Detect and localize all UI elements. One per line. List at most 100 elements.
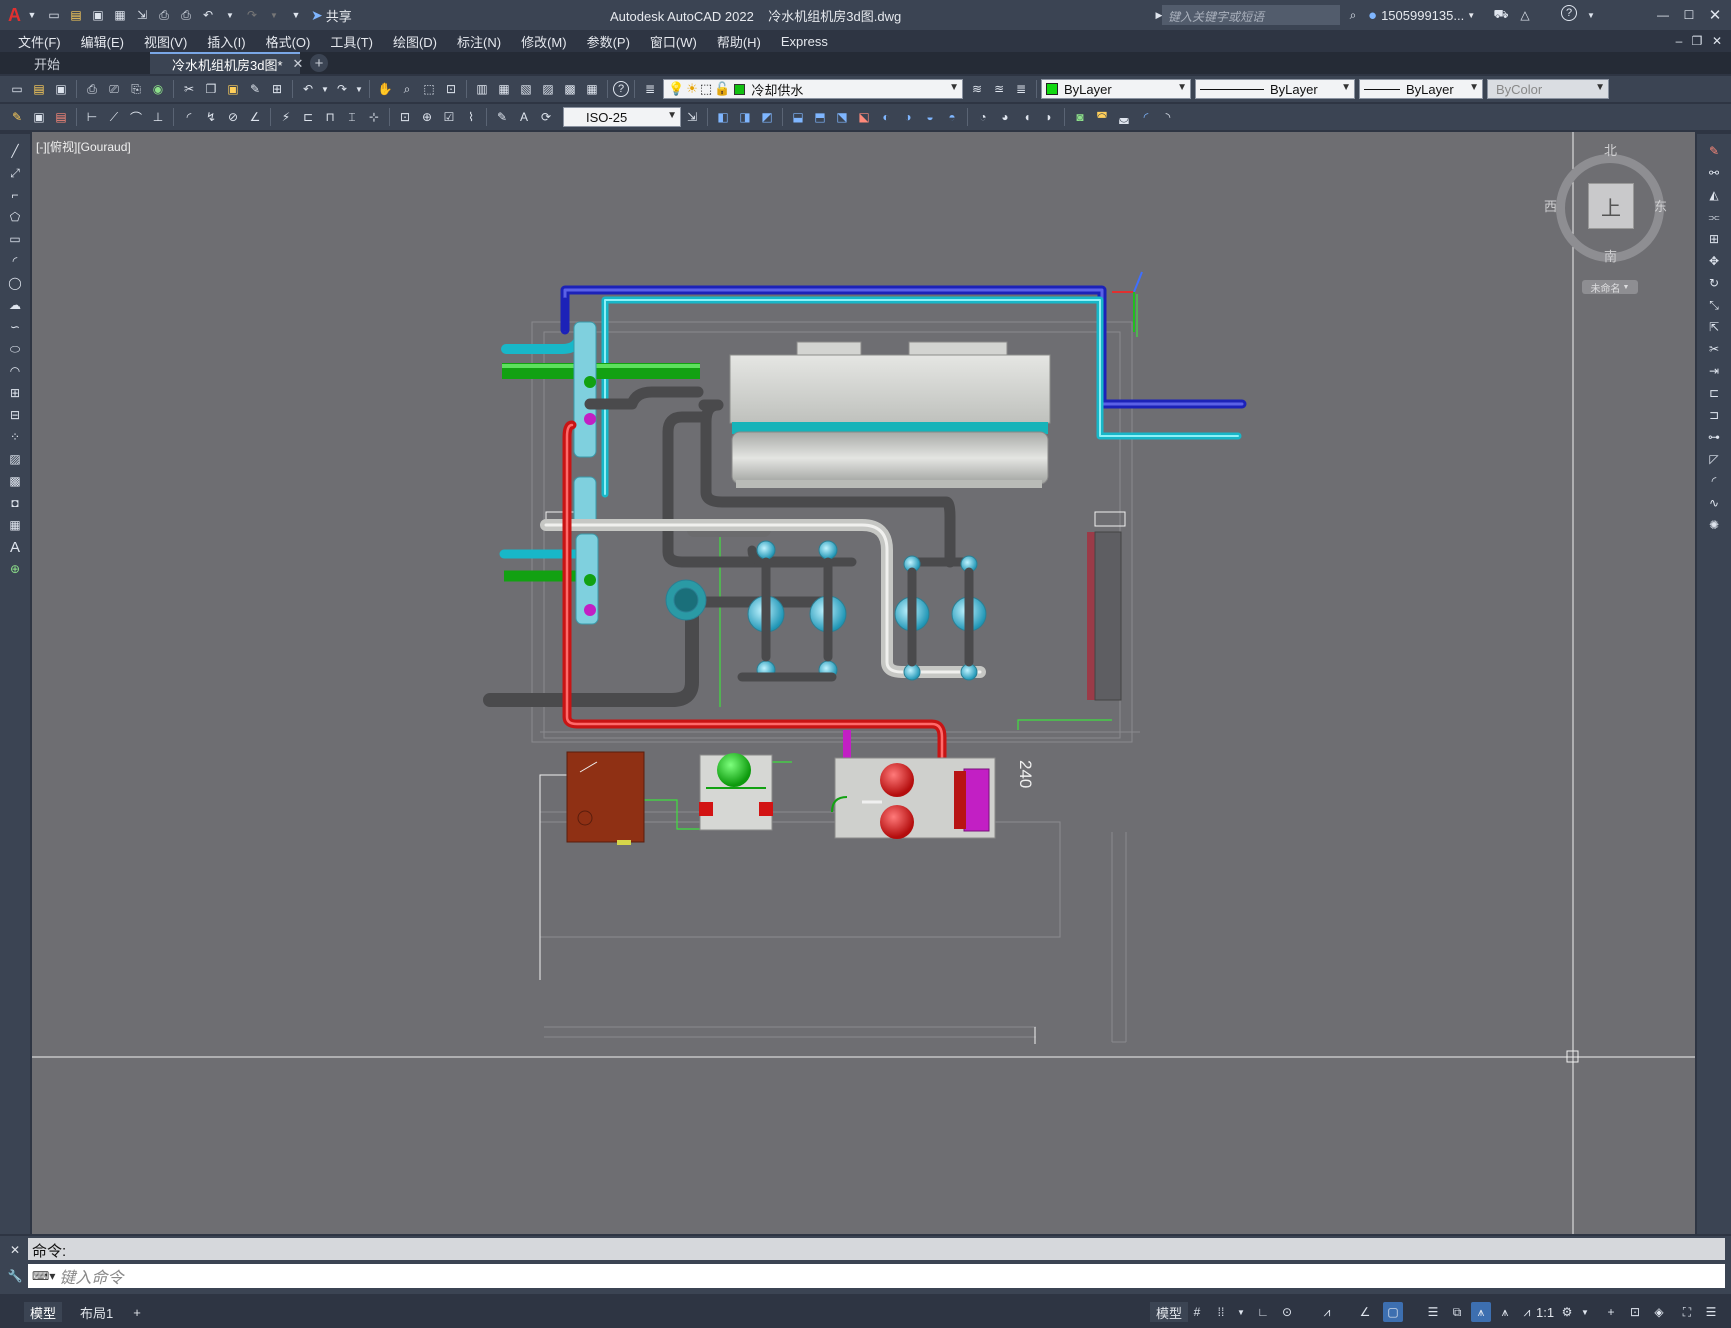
stack-icon[interactable]: ▤ xyxy=(51,107,71,127)
user-account[interactable]: ● 1505999135... ▼ xyxy=(1368,7,1475,24)
point-icon[interactable]: ⁘ xyxy=(4,427,26,447)
match-properties-icon[interactable]: ✎ xyxy=(245,79,265,99)
add-layout-button[interactable]: + xyxy=(127,1302,147,1322)
help-icon[interactable]: ? xyxy=(613,81,629,97)
menu-edit[interactable]: 编辑(E) xyxy=(71,32,134,51)
break-icon[interactable]: ⊐ xyxy=(1703,405,1725,425)
menu-window[interactable]: 窗口(W) xyxy=(640,32,707,51)
plot-preview-icon[interactable]: ⎚ xyxy=(104,79,124,99)
separate-icon[interactable]: ◖ xyxy=(1017,107,1037,127)
undo-icon[interactable]: ↶ xyxy=(298,79,318,99)
annotation-scale-value[interactable]: 1:1 xyxy=(1530,1302,1560,1322)
layer-freeze-icon[interactable]: ☀ xyxy=(686,81,698,97)
doc-restore-icon[interactable]: ❐ xyxy=(1687,31,1707,51)
customization-icon[interactable]: ☰ xyxy=(1701,1302,1721,1322)
dimstyle-dropdown[interactable]: ISO-25 ▼ xyxy=(563,107,681,127)
plotstyle-dropdown[interactable]: ByColor ▼ xyxy=(1487,79,1609,99)
annotation-visibility-icon[interactable]: ⩚ xyxy=(1471,1302,1491,1322)
doc-minimize-icon[interactable]: – xyxy=(1669,31,1689,51)
circle-icon[interactable]: ◯ xyxy=(4,273,26,293)
edit-drawing-icon[interactable]: ✎ xyxy=(7,107,27,127)
blend-curves-icon[interactable]: ∿ xyxy=(1703,493,1725,513)
tab-layout1[interactable]: 布局1 xyxy=(74,1302,119,1322)
menu-dimension[interactable]: 标注(N) xyxy=(447,32,511,51)
section-icon[interactable]: ◚ xyxy=(1092,107,1112,127)
zoom-window-icon[interactable]: ⬚ xyxy=(419,79,439,99)
pan-icon[interactable]: ✋ xyxy=(375,79,395,99)
jogged-linear-icon[interactable]: ⌇ xyxy=(461,107,481,127)
make-current-icon[interactable]: ≋ xyxy=(967,79,987,99)
chamfer-icon[interactable]: ◸ xyxy=(1703,449,1725,469)
tolerance-icon[interactable]: ⊡ xyxy=(395,107,415,127)
rectangle-icon[interactable]: ▭ xyxy=(4,229,26,249)
insert-block-icon[interactable]: ⊞ xyxy=(4,383,26,403)
workspace-chevron-icon[interactable]: ▼ xyxy=(1575,1302,1595,1322)
extend-icon[interactable]: ⇥ xyxy=(1703,361,1725,381)
osnap-track-icon[interactable]: ∠ xyxy=(1355,1302,1375,1322)
viewcube-west[interactable]: 西 xyxy=(1544,196,1557,215)
layer-dropdown[interactable]: 💡 ☀ ⬚ 🔓 冷却供水 ▼ xyxy=(663,79,963,99)
publish-icon[interactable]: ⎘ xyxy=(126,79,146,99)
delete-faces-icon[interactable]: ⬕ xyxy=(854,107,874,127)
menu-parametric[interactable]: 参数(P) xyxy=(577,32,640,51)
export-icon[interactable]: ⇲ xyxy=(132,5,152,25)
app-logo-icon[interactable]: A xyxy=(8,5,21,26)
multiline-text-icon[interactable]: A xyxy=(4,537,26,557)
linetype-dropdown[interactable]: ByLayer ▼ xyxy=(1195,79,1355,99)
open-icon[interactable]: ▤ xyxy=(29,79,49,99)
center-mark-icon[interactable]: ⊕ xyxy=(417,107,437,127)
thicken-icon[interactable]: ◜ xyxy=(1136,107,1156,127)
region-icon[interactable]: ◘ xyxy=(4,493,26,513)
viewcube-south[interactable]: 南 xyxy=(1604,246,1617,265)
paste-icon[interactable]: ▣ xyxy=(223,79,243,99)
array-icon[interactable]: ⊞ xyxy=(1703,229,1725,249)
dim-baseline-icon[interactable]: ⊏ xyxy=(298,107,318,127)
menu-modify[interactable]: 修改(M) xyxy=(511,32,577,51)
interfere-icon[interactable]: ◝ xyxy=(1158,107,1178,127)
redo-list-icon[interactable]: ▼ xyxy=(354,79,364,99)
zoom-previous-icon[interactable]: ⊡ xyxy=(441,79,461,99)
construction-line-icon[interactable]: ⤢ xyxy=(4,163,26,183)
help-icon[interactable]: ? xyxy=(1561,5,1577,21)
menu-insert[interactable]: 插入(I) xyxy=(197,32,255,51)
menu-format[interactable]: 格式(O) xyxy=(256,32,321,51)
layer-vp-freeze-icon[interactable]: ⬚ xyxy=(700,81,712,97)
hatch-icon[interactable]: ▨ xyxy=(4,449,26,469)
viewcube-north[interactable]: 北 xyxy=(1604,140,1617,159)
clean-icon[interactable]: ◕ xyxy=(995,107,1015,127)
units-icon[interactable]: ⊡ xyxy=(1625,1302,1645,1322)
menu-view[interactable]: 视图(V) xyxy=(134,32,197,51)
menu-draw[interactable]: 绘图(D) xyxy=(383,32,447,51)
app-menu-chevron-icon[interactable]: ▼ xyxy=(22,5,42,25)
command-input[interactable]: ⌨▾ 键入命令 xyxy=(28,1264,1725,1288)
menu-help[interactable]: 帮助(H) xyxy=(707,32,771,51)
dim-arc-icon[interactable]: ⌒ xyxy=(126,107,146,127)
color-dropdown[interactable]: ByLayer ▼ xyxy=(1041,79,1191,99)
customize-icon[interactable]: 🔧 xyxy=(5,1266,25,1286)
dim-aligned-icon[interactable]: ⟋ xyxy=(104,107,124,127)
revision-cloud-icon[interactable]: ☁ xyxy=(4,295,26,315)
polar-icon[interactable]: ⊙ xyxy=(1277,1302,1297,1322)
search-input[interactable]: 键入关键字或短语 xyxy=(1162,5,1340,25)
workspace-gear-icon[interactable]: ⚙ xyxy=(1557,1302,1577,1322)
save-icon[interactable]: ▣ xyxy=(51,79,71,99)
inspection-icon[interactable]: ☑ xyxy=(439,107,459,127)
make-block-icon[interactable]: ⊟ xyxy=(4,405,26,425)
dim-break-icon[interactable]: ⊹ xyxy=(364,107,384,127)
move-icon[interactable]: ✥ xyxy=(1703,251,1725,271)
redo-list-icon[interactable]: ▼ xyxy=(264,5,284,25)
autodesk-app-icon[interactable]: △ xyxy=(1515,5,1535,25)
grid-icon[interactable]: # xyxy=(1187,1302,1207,1322)
autoscale-icon[interactable]: ⩚ xyxy=(1495,1302,1515,1322)
join-icon[interactable]: ⊶ xyxy=(1703,427,1725,447)
minimize-icon[interactable]: — xyxy=(1653,5,1673,25)
copy-icon[interactable]: ❐ xyxy=(201,79,221,99)
undo-icon[interactable]: ↶ xyxy=(198,5,218,25)
viewcube-east[interactable]: 东 xyxy=(1654,196,1667,215)
erase-icon[interactable]: ✎ xyxy=(1703,141,1725,161)
osnap-icon[interactable]: ▢ xyxy=(1383,1302,1403,1322)
close-icon[interactable]: ✕ xyxy=(1705,5,1725,25)
markup-icon[interactable]: ▩ xyxy=(560,79,580,99)
transparency-icon[interactable]: ⧉ xyxy=(1447,1302,1467,1322)
clean-screen-icon[interactable]: ⛶ xyxy=(1677,1302,1697,1322)
